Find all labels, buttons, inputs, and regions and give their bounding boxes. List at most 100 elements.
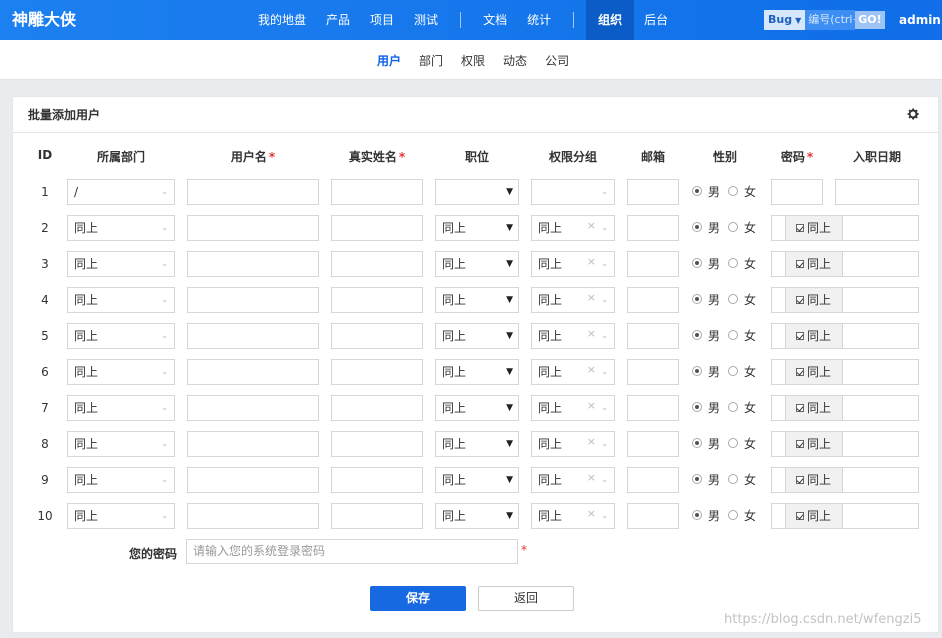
clear-icon[interactable]: × xyxy=(587,432,596,454)
subnav-item-user[interactable]: 用户 xyxy=(368,52,410,69)
clear-icon[interactable]: × xyxy=(587,324,596,346)
realname-input[interactable] xyxy=(331,323,423,349)
gender-male-radio[interactable] xyxy=(692,438,702,448)
realname-input[interactable] xyxy=(331,179,423,205)
username-input[interactable] xyxy=(187,215,319,241)
email-input[interactable] xyxy=(627,287,679,313)
gender-female-radio[interactable] xyxy=(728,474,738,484)
dept-select[interactable]: 同上 ⌄ xyxy=(67,503,175,529)
realname-input[interactable] xyxy=(331,251,423,277)
position-select[interactable]: 同上 ▼ xyxy=(435,503,519,529)
group-select[interactable]: 同上 × ⌄ xyxy=(531,215,615,241)
gender-female-radio[interactable] xyxy=(728,222,738,232)
dept-select[interactable]: 同上 ⌄ xyxy=(67,431,175,457)
gender-male-radio[interactable] xyxy=(692,186,702,196)
clear-icon[interactable]: × xyxy=(587,504,596,526)
group-select[interactable]: 同上 × ⌄ xyxy=(531,359,615,385)
position-select[interactable]: 同上 ▼ xyxy=(435,323,519,349)
gender-female-radio[interactable] xyxy=(728,186,738,196)
brand-name[interactable]: 神雕大侠 xyxy=(12,0,76,40)
nav-item-company[interactable]: 组织 xyxy=(586,0,635,40)
gender-male-radio[interactable] xyxy=(692,258,702,268)
realname-input[interactable] xyxy=(331,395,423,421)
position-select[interactable]: 同上 ▼ xyxy=(435,215,519,241)
group-select[interactable]: 同上 × ⌄ xyxy=(531,323,615,349)
same-password-toggle[interactable]: 同上 xyxy=(785,215,843,241)
clear-icon[interactable]: × xyxy=(587,216,596,238)
realname-input[interactable] xyxy=(331,287,423,313)
same-password-toggle[interactable]: 同上 xyxy=(785,323,843,349)
nav-item-doc[interactable]: 文档 xyxy=(473,0,517,40)
group-select[interactable]: 同上 × ⌄ xyxy=(531,251,615,277)
position-select[interactable]: 同上 ▼ xyxy=(435,251,519,277)
same-password-toggle[interactable]: 同上 xyxy=(785,395,843,421)
position-select[interactable]: 同上 ▼ xyxy=(435,467,519,493)
position-select[interactable]: 同上 ▼ xyxy=(435,287,519,313)
dept-select[interactable]: 同上 ⌄ xyxy=(67,359,175,385)
nav-item-product[interactable]: 产品 xyxy=(316,0,360,40)
email-input[interactable] xyxy=(627,359,679,385)
nav-item-test[interactable]: 测试 xyxy=(404,0,448,40)
dept-select[interactable]: 同上 ⌄ xyxy=(67,395,175,421)
username-input[interactable] xyxy=(187,359,319,385)
realname-input[interactable] xyxy=(331,467,423,493)
email-input[interactable] xyxy=(627,179,679,205)
clear-icon[interactable]: × xyxy=(587,396,596,418)
gender-female-radio[interactable] xyxy=(728,438,738,448)
search-type-select[interactable]: Bug ▼ xyxy=(764,10,806,30)
same-password-toggle[interactable]: 同上 xyxy=(785,287,843,313)
gender-female-radio[interactable] xyxy=(728,330,738,340)
clear-icon[interactable]: × xyxy=(587,468,596,490)
gender-female-radio[interactable] xyxy=(728,402,738,412)
dept-select[interactable]: 同上 ⌄ xyxy=(67,323,175,349)
gender-male-radio[interactable] xyxy=(692,474,702,484)
username-input[interactable] xyxy=(187,503,319,529)
email-input[interactable] xyxy=(627,431,679,457)
position-select[interactable]: 同上 ▼ xyxy=(435,395,519,421)
same-password-toggle[interactable]: 同上 xyxy=(785,251,843,277)
search-input[interactable]: 编号(ctrl+ xyxy=(805,10,856,30)
email-input[interactable] xyxy=(627,323,679,349)
clear-icon[interactable]: × xyxy=(587,288,596,310)
group-select[interactable]: 同上 × ⌄ xyxy=(531,395,615,421)
dept-select[interactable]: 同上 ⌄ xyxy=(67,467,175,493)
join-date-input[interactable] xyxy=(835,179,919,205)
gender-male-radio[interactable] xyxy=(692,294,702,304)
position-select[interactable]: 同上 ▼ xyxy=(435,359,519,385)
gender-male-radio[interactable] xyxy=(692,222,702,232)
gender-male-radio[interactable] xyxy=(692,402,702,412)
email-input[interactable] xyxy=(627,467,679,493)
realname-input[interactable] xyxy=(331,215,423,241)
same-password-toggle[interactable]: 同上 xyxy=(785,467,843,493)
group-select[interactable]: 同上 × ⌄ xyxy=(531,503,615,529)
username-input[interactable] xyxy=(187,323,319,349)
subnav-item-dept[interactable]: 部门 xyxy=(410,52,452,69)
realname-input[interactable] xyxy=(331,431,423,457)
group-select[interactable]: 同上 × ⌄ xyxy=(531,467,615,493)
gear-icon[interactable] xyxy=(906,107,920,121)
nav-item-admin[interactable]: 后台 xyxy=(634,0,678,40)
username-input[interactable] xyxy=(187,287,319,313)
email-input[interactable] xyxy=(627,251,679,277)
position-select[interactable]: 同上 ▼ xyxy=(435,431,519,457)
clear-icon[interactable]: × xyxy=(587,252,596,274)
gender-female-radio[interactable] xyxy=(728,510,738,520)
username-input[interactable] xyxy=(187,251,319,277)
user-menu[interactable]: admin▼ xyxy=(899,0,942,40)
realname-input[interactable] xyxy=(331,503,423,529)
same-password-toggle[interactable]: 同上 xyxy=(785,359,843,385)
save-button[interactable]: 保存 xyxy=(370,586,466,611)
back-button[interactable]: 返回 xyxy=(478,586,574,611)
email-input[interactable] xyxy=(627,395,679,421)
group-select[interactable]: ⌄ xyxy=(531,179,615,205)
group-select[interactable]: 同上 × ⌄ xyxy=(531,287,615,313)
nav-item-project[interactable]: 项目 xyxy=(360,0,404,40)
gender-male-radio[interactable] xyxy=(692,330,702,340)
email-input[interactable] xyxy=(627,215,679,241)
subnav-item-dynamic[interactable]: 动态 xyxy=(494,52,536,69)
your-password-input[interactable]: 请输入您的系统登录密码 xyxy=(186,539,518,564)
gender-male-radio[interactable] xyxy=(692,366,702,376)
gender-female-radio[interactable] xyxy=(728,294,738,304)
gender-female-radio[interactable] xyxy=(728,258,738,268)
clear-icon[interactable]: × xyxy=(587,360,596,382)
